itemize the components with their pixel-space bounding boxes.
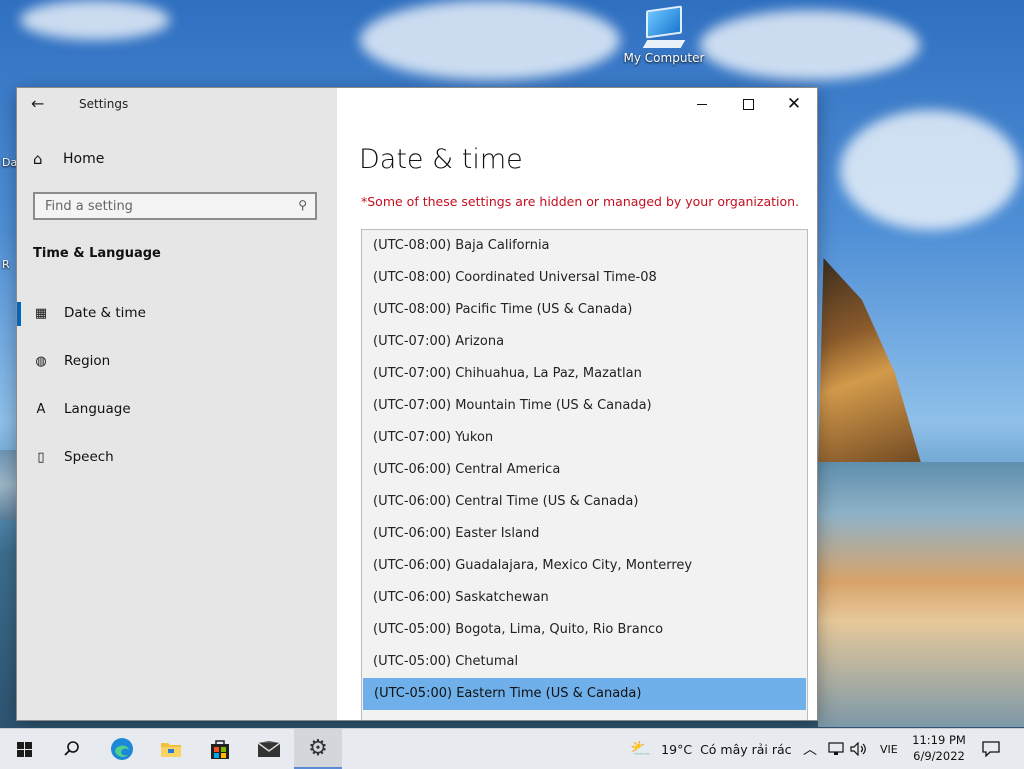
language-icon: A	[36, 401, 46, 417]
minimize-button[interactable]	[679, 88, 725, 120]
home-icon: ⌂	[33, 150, 43, 168]
network-icon	[828, 742, 844, 755]
nav-item-label: Language	[64, 401, 131, 417]
timezone-dropdown-list[interactable]: (UTC-08:00) Baja California (UTC-08:00) C…	[361, 229, 808, 720]
desktop-icon-label: My Computer	[623, 51, 705, 65]
search-input[interactable]	[35, 194, 285, 218]
timezone-option[interactable]: (UTC-06:00) Central America	[362, 454, 807, 486]
tray-volume-button[interactable]	[850, 729, 868, 769]
nav-item-date-time[interactable]: ▦ Date & time	[17, 293, 337, 333]
clock-date: 6/9/2022	[913, 749, 965, 763]
timezone-option[interactable]: (UTC-08:00) Baja California	[362, 230, 807, 262]
taskbar: ⚙ ⛅ 19°C Có mây rải rác ︿ VIE 11:19 PM 6…	[0, 728, 1024, 769]
windows-logo-icon	[16, 741, 32, 757]
taskbar-file-explorer-button[interactable]	[147, 729, 195, 769]
edge-browser-icon	[111, 738, 133, 760]
timezone-option[interactable]: (UTC-07:00) Arizona	[362, 326, 807, 358]
search-icon[interactable]: ⚲	[298, 198, 307, 212]
search-icon	[64, 741, 79, 756]
keyboard-shape	[642, 40, 686, 48]
weather-widget[interactable]: ⛅ 19°C Có mây rải rác	[630, 729, 792, 769]
desktop-cloud	[700, 10, 920, 80]
desktop-cloud	[360, 0, 620, 80]
timezone-option[interactable]: (UTC-06:00) Guadalajara, Mexico City, Mo…	[362, 550, 807, 582]
title-bar[interactable]: ← Settings ✕	[17, 88, 817, 120]
taskbar-search-button[interactable]	[48, 729, 96, 769]
nav-item-language[interactable]: A Language	[17, 389, 337, 429]
nav-item-label: Date & time	[64, 305, 146, 321]
microphone-icon: ▯	[37, 449, 45, 465]
taskbar-mail-button[interactable]	[245, 729, 293, 769]
close-button[interactable]: ✕	[771, 88, 817, 120]
settings-window: ⌂ Home ⚲ Time & Language ▦ Date & time ◍…	[17, 88, 817, 720]
mail-icon	[257, 741, 281, 757]
desktop-sea	[818, 462, 1024, 727]
desktop-sea-strip	[0, 450, 18, 520]
desktop-edge-label[interactable]: Da	[2, 156, 17, 169]
app-title: Settings	[79, 97, 129, 111]
desktop-cloud	[840, 110, 1020, 230]
volume-icon	[850, 742, 866, 756]
gear-icon: ⚙	[308, 735, 328, 761]
clock-calendar-icon: ▦	[34, 305, 48, 321]
partly-cloudy-icon: ⛅	[630, 739, 652, 759]
start-button[interactable]	[0, 729, 48, 769]
folder-icon	[161, 743, 181, 757]
weather-temperature: 19°C	[661, 741, 693, 757]
maximize-icon	[742, 98, 754, 110]
tray-language-indicator[interactable]: VIE	[880, 729, 898, 769]
timezone-option[interactable]: (UTC-05:00) Eastern Time (US & Canada)	[363, 678, 806, 710]
computer-icon	[646, 5, 682, 39]
globe-icon: ◍	[35, 353, 47, 369]
taskbar-edge-button[interactable]	[98, 729, 146, 769]
nav-item-region[interactable]: ◍ Region	[17, 341, 337, 381]
nav-home[interactable]: ⌂ Home	[33, 150, 104, 168]
tray-network-button[interactable]	[828, 729, 844, 769]
clock-time: 11:19 PM	[912, 733, 966, 747]
timezone-option[interactable]: (UTC-05:00) Chetumal	[362, 646, 807, 678]
search-box: ⚲	[33, 192, 317, 220]
nav-section-title: Time & Language	[33, 246, 161, 261]
close-icon: ✕	[786, 93, 802, 114]
weather-condition: Có mây rải rác	[700, 741, 792, 757]
minimize-icon	[697, 103, 707, 105]
desktop-cliff	[818, 258, 923, 468]
taskbar-store-button[interactable]	[196, 729, 244, 769]
page-title: Date & time	[359, 144, 523, 175]
taskbar-clock[interactable]: 11:19 PM 6/9/2022	[904, 732, 974, 764]
desktop-cloud	[20, 0, 170, 40]
desktop-icon-my-computer[interactable]: My Computer	[622, 5, 706, 65]
taskbar-settings-button[interactable]: ⚙	[294, 729, 342, 769]
nav-home-label: Home	[63, 151, 105, 167]
timezone-option[interactable]: (UTC-06:00) Central Time (US & Canada)	[362, 486, 807, 518]
nav-item-label: Speech	[64, 449, 114, 465]
timezone-option[interactable]: (UTC-07:00) Mountain Time (US & Canada)	[362, 390, 807, 422]
timezone-option[interactable]: (UTC-08:00) Coordinated Universal Time-0…	[362, 262, 807, 294]
timezone-option[interactable]: (UTC-07:00) Yukon	[362, 422, 807, 454]
timezone-option[interactable]: (UTC-07:00) Chihuahua, La Paz, Mazatlan	[362, 358, 807, 390]
timezone-option[interactable]: (UTC-06:00) Saskatchewan	[362, 582, 807, 614]
managed-notice: *Some of these settings are hidden or ma…	[361, 194, 800, 209]
notification-icon	[982, 741, 1000, 757]
desktop-edge-label[interactable]: R	[2, 258, 10, 271]
timezone-option[interactable]: (UTC-05:00) Bogota, Lima, Quito, Rio Bra…	[362, 614, 807, 646]
timezone-option[interactable]: (UTC-06:00) Easter Island	[362, 518, 807, 550]
tray-chevron-button[interactable]: ︿	[803, 729, 817, 769]
notification-center-button[interactable]	[982, 729, 1000, 769]
settings-nav-pane: ⌂ Home ⚲ Time & Language ▦ Date & time ◍…	[17, 88, 337, 720]
timezone-option[interactable]: (UTC-08:00) Pacific Time (US & Canada)	[362, 294, 807, 326]
chevron-up-icon: ︿	[803, 742, 817, 758]
nav-item-speech[interactable]: ▯ Speech	[17, 437, 337, 477]
nav-item-label: Region	[64, 353, 111, 369]
back-arrow-icon[interactable]: ←	[31, 94, 51, 114]
maximize-button[interactable]	[725, 88, 771, 120]
store-bag-icon	[211, 740, 229, 759]
